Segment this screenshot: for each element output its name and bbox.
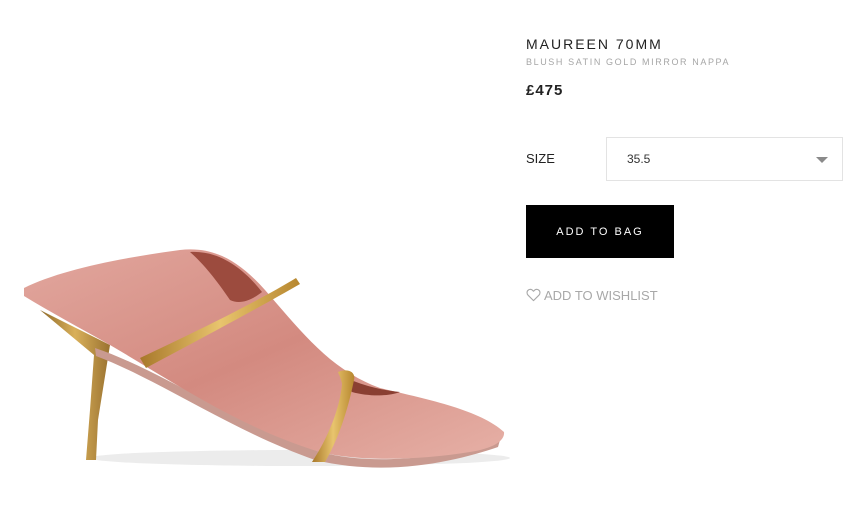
product-description: BLUSH SATIN GOLD MIRROR NAPPA bbox=[526, 57, 731, 67]
add-to-wishlist-link[interactable]: ADD TO WISHLIST bbox=[526, 286, 658, 304]
heart-icon bbox=[526, 288, 541, 302]
product-title: MAUREEN 70MM bbox=[526, 36, 663, 52]
add-to-bag-button[interactable]: ADD TO BAG bbox=[526, 205, 674, 258]
wishlist-label: ADD TO WISHLIST bbox=[544, 287, 658, 303]
product-info-panel: MAUREEN 70MM BLUSH SATIN GOLD MIRROR NAP… bbox=[526, 0, 856, 519]
product-image bbox=[0, 0, 520, 519]
size-select[interactable]: 35.5 bbox=[606, 137, 843, 181]
shoe-illustration bbox=[24, 249, 510, 468]
product-price: £475 bbox=[526, 82, 564, 99]
chevron-down-icon bbox=[816, 157, 828, 163]
size-label: SIZE bbox=[526, 151, 555, 166]
size-selected-value: 35.5 bbox=[627, 152, 651, 166]
